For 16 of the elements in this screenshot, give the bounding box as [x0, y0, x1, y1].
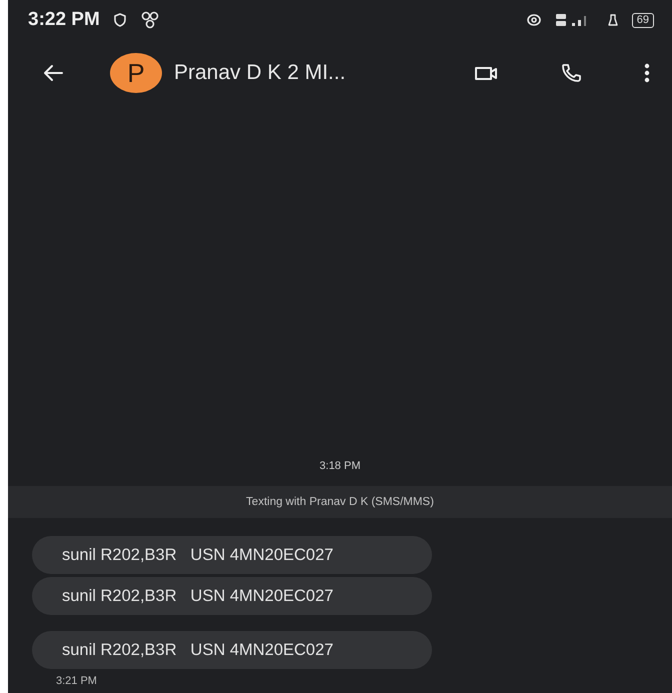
message-time: 3:21 PM — [55, 675, 98, 687]
message-bubble: sunil R202,B3R USN 4MN20EC027 — [32, 577, 432, 615]
back-arrow-icon[interactable] — [42, 64, 64, 82]
more-options-icon[interactable] — [644, 63, 650, 83]
battery-level: 69 — [632, 12, 654, 28]
contact-avatar: P — [110, 53, 162, 93]
message-bubble: sunil R202,B3R USN 4MN20EC027 — [32, 631, 432, 669]
status-time: 3:22 PM — [28, 9, 100, 31]
conversation-banner: Texting with Pranav D K (SMS/MMS) — [8, 486, 672, 518]
shield-icon — [112, 12, 128, 28]
message-date-time: 3:18 PM — [320, 460, 360, 472]
fan-icon — [140, 11, 160, 29]
contact-name: Pranav D K 2 MI... — [174, 61, 346, 85]
phone-icon[interactable] — [560, 62, 582, 84]
message-bubble: sunil R202,B3R USN 4MN20EC027 — [32, 536, 432, 574]
video-call-icon[interactable] — [474, 64, 498, 82]
